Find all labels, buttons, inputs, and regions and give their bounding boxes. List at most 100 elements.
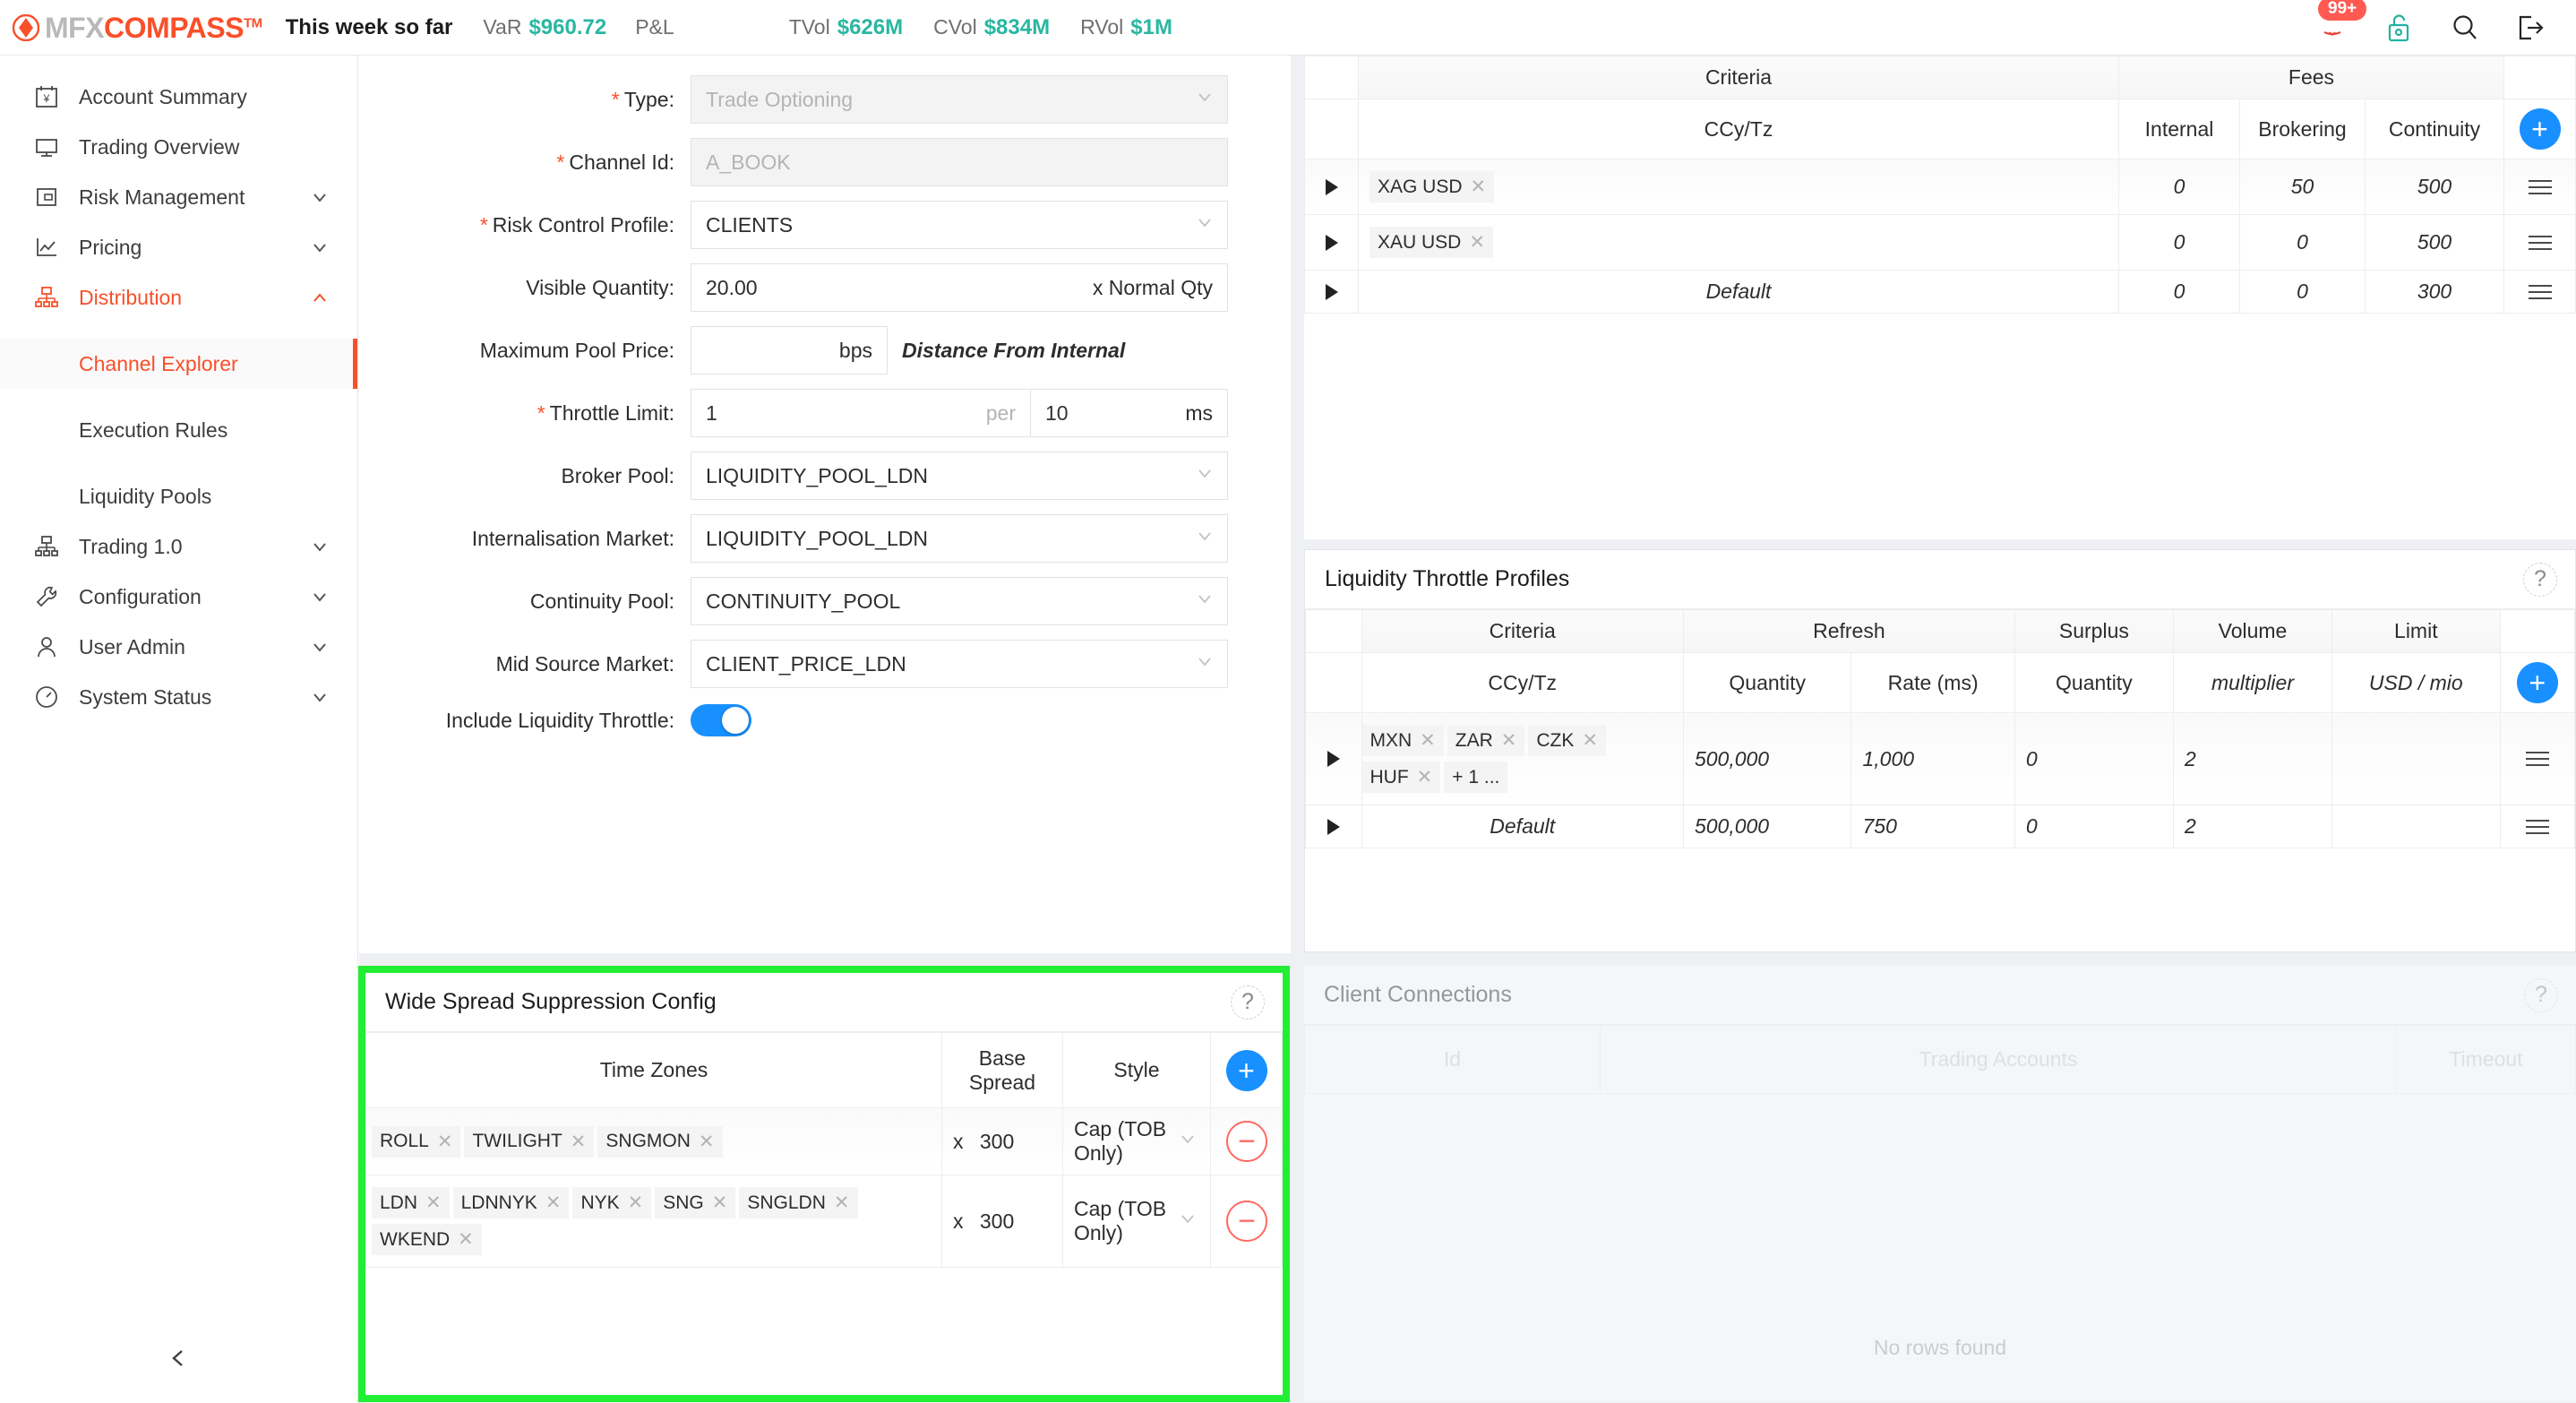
row-menu-icon[interactable] [2512,819,2563,834]
remove-row-cell[interactable]: − [1210,1175,1283,1268]
chevron-down-icon[interactable] [309,186,331,208]
chevron-down-icon[interactable] [309,586,331,607]
tag-remove-icon[interactable]: ✕ [1417,766,1433,788]
criteria-tag[interactable]: HUF ✕ [1361,762,1441,793]
tag-remove-icon[interactable]: ✕ [1501,729,1517,752]
timezone-tag[interactable]: ROLL ✕ [372,1125,461,1158]
tag-remove-icon[interactable]: ✕ [458,1228,474,1251]
row-menu-icon[interactable] [2515,284,2564,299]
tag-remove-icon[interactable]: ✕ [1469,231,1485,254]
chevron-down-icon[interactable] [309,237,331,258]
sidebar-item-account-summary[interactable]: ¥ Account Summary [0,72,357,122]
channel-id-input[interactable]: A_BOOK [691,138,1228,186]
table-row[interactable]: XAG USD ✕ 0 50 500 [1304,159,2576,215]
timezone-tag[interactable]: LDN ✕ [372,1187,450,1218]
timezone-tag[interactable]: TWILIGHT ✕ [464,1125,595,1158]
expand-triangle-icon[interactable] [1325,234,1338,251]
tag-remove-icon[interactable]: ✕ [1582,729,1598,752]
chevron-down-icon[interactable] [309,536,331,557]
help-icon[interactable]: ? [1231,985,1265,1020]
criteria-tag[interactable]: MXN ✕ [1361,725,1444,756]
row-menu-cell[interactable] [2503,270,2576,314]
chevron-up-icon[interactable] [309,287,331,308]
timezone-tag[interactable]: SNG ✕ [655,1187,736,1218]
type-select[interactable]: Trade Optioning [691,75,1228,124]
add-fee-row-button[interactable]: + [2519,108,2561,150]
throttle-limit-count-input[interactable]: 1 per [691,390,1030,436]
tag-remove-icon[interactable]: ✕ [545,1192,562,1214]
row-expander-cell[interactable] [1304,270,1359,314]
row-expander-cell[interactable] [1304,159,1359,215]
criteria-tag-overflow[interactable]: + 1 ... [1444,762,1508,793]
expand-triangle-icon[interactable] [1327,751,1340,767]
continuity-pool-select[interactable]: CONTINUITY_POOL [691,577,1228,625]
help-icon[interactable]: ? [2524,977,2558,1012]
row-menu-cell[interactable] [2499,805,2576,848]
table-row[interactable]: Default 0 0 300 [1304,270,2576,314]
help-icon[interactable]: ? [2523,562,2557,597]
row-expander-cell[interactable] [1305,712,1362,805]
notification-bell-icon[interactable]: 99+ [2314,0,2367,46]
row-menu-cell[interactable] [2499,712,2576,805]
throttle-limit-interval-input[interactable]: 10 ms [1030,390,1227,436]
criteria-tag[interactable]: XAU USD ✕ [1370,227,1493,258]
timezone-tag[interactable]: SNGLDN ✕ [739,1187,858,1218]
sidebar-item-risk-management[interactable]: Risk Management [0,172,357,222]
style-cell[interactable]: Cap (TOB Only) [1062,1175,1211,1268]
timezone-tag[interactable]: SNGMON ✕ [597,1125,723,1158]
tag-remove-icon[interactable]: ✕ [712,1192,728,1214]
timezone-tag[interactable]: WKEND ✕ [372,1224,482,1255]
add-throttle-row-button[interactable]: + [2516,662,2558,703]
criteria-tag[interactable]: ZAR ✕ [1447,725,1525,756]
row-menu-icon[interactable] [2515,235,2564,250]
include-liquidity-throttle-toggle[interactable] [691,704,751,736]
tag-remove-icon[interactable]: ✕ [628,1192,644,1214]
sidebar-item-trading-overview[interactable]: Trading Overview [0,122,357,172]
table-row[interactable]: MXN ✕ ZAR ✕ CZK ✕ HUF ✕ + 1 ... 500,000 1,00… [1305,712,2576,805]
remove-row-button[interactable]: − [1225,1201,1267,1242]
unlock-icon[interactable] [2381,10,2417,46]
timezone-tag[interactable]: LDNNYK ✕ [452,1187,570,1218]
tag-remove-icon[interactable]: ✕ [1420,729,1436,752]
maximum-pool-price-input[interactable]: bps [691,326,888,374]
sidebar-item-channel-explorer[interactable]: Channel Explorer [0,339,357,389]
sidebar-item-user-admin[interactable]: User Admin [0,622,357,672]
row-expander-cell[interactable] [1305,805,1362,848]
tag-remove-icon[interactable]: ✕ [1471,176,1487,198]
add-wide-spread-row-button[interactable]: + [1225,1049,1267,1091]
sidebar-item-pricing[interactable]: Pricing [0,222,357,272]
chevron-down-icon[interactable] [309,686,331,708]
timezone-tag[interactable]: NYK ✕ [572,1187,652,1218]
logout-icon[interactable] [2513,10,2549,46]
broker-pool-select[interactable]: LIQUIDITY_POOL_LDN [691,452,1228,500]
row-menu-cell[interactable] [2503,159,2576,215]
criteria-tag[interactable]: CZK ✕ [1528,725,1606,756]
row-menu-cell[interactable] [2503,214,2576,271]
table-row[interactable]: ROLL ✕ TWILIGHT ✕ SNGMON ✕ x 300 Cap (TOB O… [365,1107,1283,1175]
criteria-tag[interactable]: XAG USD ✕ [1370,171,1495,202]
tag-remove-icon[interactable]: ✕ [425,1192,442,1214]
chevron-down-icon[interactable] [309,636,331,658]
internalisation-market-select[interactable]: LIQUIDITY_POOL_LDN [691,514,1228,563]
remove-row-button[interactable]: − [1225,1121,1267,1162]
app-logo[interactable]: MFXCOMPASSTM [12,13,262,42]
expand-triangle-icon[interactable] [1325,283,1338,300]
sidebar-collapse-button[interactable] [0,1317,358,1403]
tag-remove-icon[interactable]: ✕ [699,1131,715,1153]
search-icon[interactable] [2447,10,2483,46]
table-row[interactable]: XAU USD ✕ 0 0 500 [1304,214,2576,271]
row-menu-icon[interactable] [2515,179,2564,194]
sidebar-item-distribution[interactable]: Distribution [0,272,357,323]
sidebar-item-system-status[interactable]: System Status [0,672,357,722]
sidebar-item-configuration[interactable]: Configuration [0,572,357,622]
risk-control-profile-select[interactable]: CLIENTS [691,201,1228,249]
tag-remove-icon[interactable]: ✕ [834,1192,850,1214]
table-row[interactable]: LDN ✕ LDNNYK ✕ NYK ✕ SNG ✕ SNGLDN ✕ WKEND ✕ x … [365,1175,1283,1268]
expand-triangle-icon[interactable] [1325,178,1338,195]
style-cell[interactable]: Cap (TOB Only) [1062,1107,1211,1175]
tag-remove-icon[interactable]: ✕ [571,1131,587,1153]
sidebar-item-execution-rules[interactable]: Execution Rules [0,405,357,455]
row-expander-cell[interactable] [1304,214,1359,271]
remove-row-cell[interactable]: − [1210,1107,1283,1175]
sidebar-item-trading-10[interactable]: Trading 1.0 [0,521,357,572]
